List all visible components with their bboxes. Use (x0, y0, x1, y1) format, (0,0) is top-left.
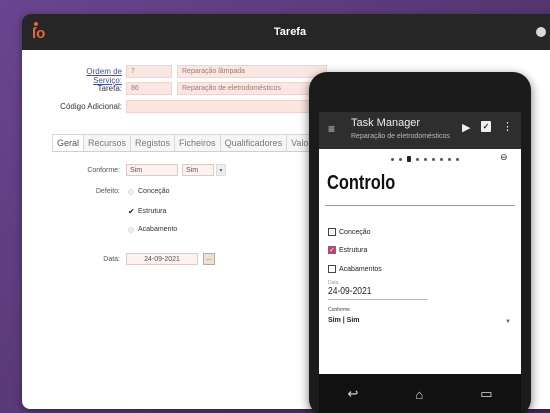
phone-device: ≡ Task Manager Reparação de eletrodomést… (309, 72, 531, 413)
radio-dot-icon (128, 226, 134, 233)
phone-date-field[interactable]: 24-09-2021 (328, 286, 371, 297)
tab-geral[interactable]: Geral (52, 134, 85, 151)
window-title: Tarefa (273, 26, 307, 38)
page-dot[interactable] (432, 157, 435, 161)
divider (325, 205, 515, 206)
page-indicator (391, 156, 459, 162)
tab-ficheiros[interactable]: Ficheiros (174, 134, 221, 151)
tarefa-label: Tarefa: (97, 84, 122, 93)
phone-checkbox-label: Estrutura (339, 246, 368, 254)
phone-heading: Controlo (327, 172, 396, 194)
phone-screen: ≡ Task Manager Reparação de eletrodomést… (319, 112, 521, 374)
phone-app-subtitle: Reparação de eletrodomésticos (351, 133, 450, 140)
codigo-adicional-field[interactable] (126, 100, 327, 113)
codigo-adicional-label: Código Adicional: (60, 102, 122, 111)
option-acabamento-label: Acabamento (138, 226, 178, 233)
page-dot-current[interactable] (407, 156, 411, 162)
page-dot[interactable] (391, 157, 394, 161)
conforme-value-field[interactable]: Sim (126, 164, 178, 176)
data-label: Data: (103, 256, 120, 263)
phone-checkbox-concecao[interactable]: Conceção (328, 228, 371, 236)
phone-checkbox-label: Acabamentos (339, 265, 382, 273)
window-close-button[interactable] (536, 27, 546, 37)
date-picker-button[interactable]: ... (203, 253, 215, 265)
hamburger-menu-icon[interactable]: ≡ (328, 122, 335, 136)
option-estrutura-label: Estrutura (138, 208, 167, 215)
checkbox-icon (328, 265, 336, 273)
checkmark-icon: ✔ (128, 207, 135, 216)
page-dot[interactable] (456, 157, 459, 161)
more-vert-icon[interactable]: ⋮ (502, 120, 513, 133)
dropdown-arrow-icon[interactable]: ▼ (505, 319, 511, 325)
phone-checkbox-acabamentos[interactable]: Acabamentos (328, 265, 382, 273)
date-field[interactable]: 24-09-2021 (126, 253, 198, 265)
page-dot[interactable] (424, 157, 427, 161)
radio-dot-icon (128, 188, 134, 195)
app-logo-icon: ſo (32, 22, 50, 42)
tab-qualificadores[interactable]: Qualificadores (219, 134, 288, 151)
ordem-desc-field[interactable]: Reparação lâmpada (177, 65, 327, 78)
chevron-down-icon[interactable]: ▾ (216, 164, 226, 176)
date-underline (328, 299, 428, 300)
back-icon[interactable]: ↩ (347, 386, 358, 402)
play-icon[interactable]: ▶ (462, 121, 470, 134)
phone-checkbox-label: Conceção (339, 228, 371, 236)
ordem-num-field[interactable]: 7 (126, 65, 172, 78)
checklist-icon[interactable]: ✓ (481, 121, 491, 132)
phone-app-bar: ≡ Task Manager Reparação de eletrodomést… (319, 112, 521, 149)
conforme-select[interactable]: Sim (182, 164, 214, 176)
recents-icon[interactable]: ▭ (480, 386, 492, 402)
link-icon[interactable]: ⊖ (500, 152, 508, 163)
phone-checkbox-estrutura[interactable]: ✓ Estrutura (328, 246, 367, 254)
home-icon[interactable]: ⌂ (415, 387, 423, 402)
option-acabamento[interactable]: Acabamento (128, 226, 177, 233)
phone-app-title: Task Manager (351, 117, 421, 129)
option-estrutura[interactable]: ✔ Estrutura (128, 207, 166, 216)
checkbox-checked-icon: ✓ (328, 246, 336, 254)
title-bar: ſo Tarefa (22, 14, 550, 50)
option-concecao[interactable]: Conceção (128, 188, 170, 195)
conforme-caption: Conforme (328, 307, 350, 313)
android-nav-bar: ↩ ⌂ ▭ (319, 374, 521, 413)
conforme-label: Conforme: (87, 167, 120, 174)
tab-registos[interactable]: Registos (130, 134, 176, 151)
option-concecao-label: Conceção (138, 188, 170, 195)
page-dot[interactable] (440, 157, 443, 161)
tarefa-num-field[interactable]: 86 (126, 82, 172, 95)
tarefa-desc-field[interactable]: Reparação de eletrodomésticos (177, 82, 327, 95)
tab-recursos[interactable]: Recursos (83, 134, 132, 151)
page-dot[interactable] (416, 157, 419, 161)
ordem-servico-link[interactable]: Ordem de Serviço: (58, 67, 122, 85)
phone-conforme-select[interactable]: Sim | Sim (328, 317, 360, 324)
page-dot[interactable] (399, 157, 402, 161)
defeito-label: Defeito: (95, 188, 120, 195)
checkbox-icon (328, 228, 336, 236)
page-dot[interactable] (448, 157, 451, 161)
